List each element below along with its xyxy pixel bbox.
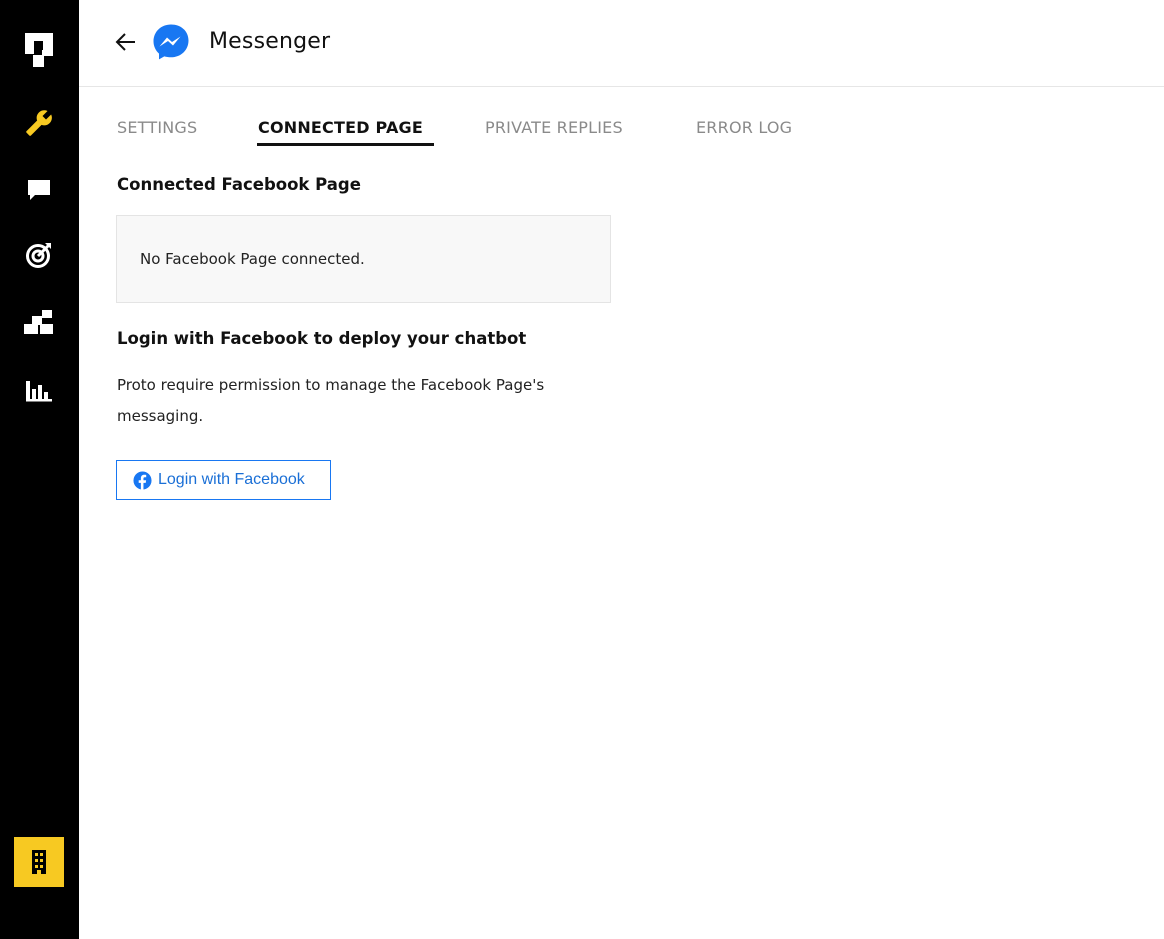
organization-button[interactable] <box>14 837 64 887</box>
login-description: Proto require permission to manage the F… <box>117 376 545 425</box>
chat-icon[interactable] <box>23 174 55 206</box>
building-icon <box>32 850 46 874</box>
proto-logo-icon[interactable] <box>23 33 55 67</box>
blocks-icon[interactable] <box>23 306 55 338</box>
sidebar <box>0 0 79 939</box>
tab-error-log[interactable]: ERROR LOG <box>696 118 792 137</box>
login-with-facebook-label: Login with Facebook <box>158 471 305 488</box>
back-arrow-icon[interactable] <box>114 30 138 54</box>
page-title: Messenger <box>209 29 331 54</box>
connected-page-box: No Facebook Page connected. <box>116 215 611 303</box>
tab-private-replies[interactable]: PRIVATE REPLIES <box>485 118 623 137</box>
connected-page-heading: Connected Facebook Page <box>117 175 361 194</box>
login-with-facebook-button[interactable]: Login with Facebook <box>116 460 331 500</box>
tab-connected-page[interactable]: CONNECTED PAGE <box>258 118 423 137</box>
tab-settings[interactable]: SETTINGS <box>117 118 197 137</box>
messenger-logo-icon <box>152 23 190 61</box>
target-icon[interactable] <box>23 239 55 271</box>
wrench-icon[interactable] <box>23 107 55 139</box>
login-heading: Login with Facebook to deploy your chatb… <box>117 329 527 348</box>
no-page-connected-text: No Facebook Page connected. <box>140 250 365 268</box>
facebook-icon <box>133 471 152 490</box>
page-header: Messenger <box>79 0 1164 87</box>
active-tab-indicator <box>257 143 434 146</box>
bar-chart-icon[interactable] <box>23 373 55 405</box>
